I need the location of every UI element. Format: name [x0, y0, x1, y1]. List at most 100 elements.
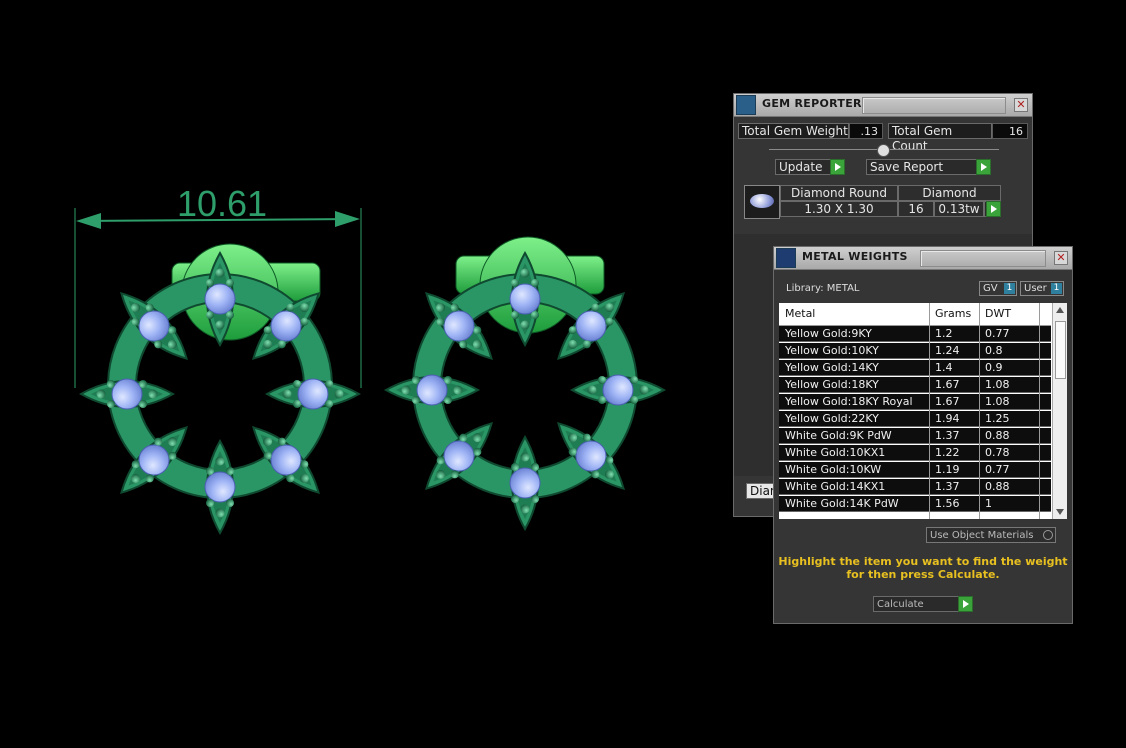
gv-label: GV	[983, 283, 998, 294]
metal-cell: Yellow Gold:18KY Royal	[785, 395, 913, 408]
hint-line-2: for then press Calculate.	[846, 568, 1000, 581]
diamond-round-icon	[744, 185, 780, 219]
earring-right	[385, 236, 665, 530]
table-row[interactable]: Yellow Gold:9KY 1.2 0.77	[779, 326, 1051, 342]
metal-cell: Yellow Gold:10KY	[785, 344, 879, 357]
grams-cell: 1.37	[935, 429, 960, 442]
col-grams[interactable]: Grams	[935, 307, 971, 320]
table-row[interactable]: Yellow Gold:18KY 1.67 1.08	[779, 377, 1051, 393]
gem-material-cell[interactable]: Diamond	[898, 185, 1001, 201]
vertical-scrollbar[interactable]	[1052, 303, 1067, 519]
close-icon[interactable]: ✕	[1054, 251, 1068, 265]
bottom-tab-button[interactable]: Diam	[746, 483, 776, 499]
scroll-down-icon[interactable]	[1056, 509, 1064, 515]
metal-weights-titlebar[interactable]: METAL WEIGHTS ✕	[774, 247, 1072, 270]
scroll-up-icon[interactable]	[1056, 307, 1064, 313]
close-icon[interactable]: ✕	[1014, 98, 1028, 112]
table-row[interactable]: White Gold:14K PdW 1.56 1	[779, 496, 1051, 512]
grams-cell: 1.19	[935, 463, 960, 476]
go-arrow-icon	[976, 159, 991, 175]
earring-left	[80, 243, 360, 534]
metal-table[interactable]: Metal Grams DWT Yellow Gold:9KY 1.2 0.77 Ye…	[779, 303, 1067, 519]
table-row[interactable]: White Gold:9K PdW 1.37 0.88	[779, 428, 1051, 444]
library-label: Library: METAL	[786, 283, 860, 294]
grams-cell: 1.22	[935, 446, 960, 459]
gem-reporter-titlebar[interactable]: GEM REPORTER ✕	[734, 94, 1032, 117]
titlebar-groove	[920, 250, 1046, 267]
metal-weights-panel: METAL WEIGHTS ✕ Library: METAL GV 1 User…	[773, 246, 1073, 624]
calculate-button[interactable]: Calculate	[873, 596, 973, 612]
update-button[interactable]: Update	[775, 159, 845, 175]
table-row[interactable]: White Gold:14KX1 1.37 0.88	[779, 479, 1051, 495]
dwt-cell: 0.77	[985, 463, 1010, 476]
radio-icon	[1043, 530, 1053, 540]
scroll-thumb[interactable]	[1055, 321, 1066, 379]
total-gem-weight-label: Total Gem Weight	[738, 123, 849, 139]
use-object-materials-button[interactable]: Use Object Materials	[926, 527, 1056, 543]
gv-value: 1	[1004, 283, 1015, 294]
col-divider	[929, 303, 930, 519]
metal-weights-title: METAL WEIGHTS	[802, 250, 908, 263]
grams-cell: 1.67	[935, 395, 960, 408]
dwt-cell: 0.77	[985, 327, 1010, 340]
save-report-button[interactable]: Save Report	[866, 159, 991, 175]
save-report-button-label: Save Report	[870, 160, 944, 174]
grams-cell: 1.37	[935, 480, 960, 493]
gem-reporter-icon	[736, 95, 756, 115]
go-arrow-icon	[958, 596, 973, 612]
col-divider	[979, 303, 980, 519]
gem-weight-cell[interactable]: 0.13tw	[934, 201, 984, 217]
metal-cell: Yellow Gold:9KY	[785, 327, 872, 340]
slider-handle-icon[interactable]	[877, 144, 890, 157]
titlebar-groove	[862, 97, 1006, 114]
metal-cell: White Gold:10KX1	[785, 446, 886, 459]
gem-size-cell[interactable]: 1.30 X 1.30	[780, 201, 898, 217]
use-object-materials-label: Use Object Materials	[930, 530, 1034, 541]
grams-cell: 1.94	[935, 412, 960, 425]
grams-cell: 1.2	[935, 327, 953, 340]
dwt-cell: 0.78	[985, 446, 1010, 459]
metal-table-header: Metal Grams DWT	[779, 303, 1051, 326]
table-row[interactable]: Yellow Gold:18KY Royal 1.67 1.08	[779, 394, 1051, 410]
col-divider	[1039, 303, 1040, 519]
hint-text: Highlight the item you want to find the …	[774, 555, 1072, 581]
gv-toggle[interactable]: GV 1	[979, 281, 1017, 296]
dwt-cell: 1.08	[985, 395, 1010, 408]
grams-cell: 1.4	[935, 361, 953, 374]
flask-icon	[776, 248, 796, 268]
gem-count-cell[interactable]: 16	[898, 201, 934, 217]
table-row[interactable]: White Gold:10KX1 1.22 0.78	[779, 445, 1051, 461]
dwt-cell: 0.88	[985, 480, 1010, 493]
metal-cell: White Gold:9K PdW	[785, 429, 892, 442]
grams-cell: 1.56	[935, 497, 960, 510]
gem-reporter-title: GEM REPORTER	[762, 97, 862, 110]
dimension-label: 10.61	[177, 183, 267, 224]
table-row[interactable]: Yellow Gold:22KY 1.94 1.25	[779, 411, 1051, 427]
total-gem-count-label: Total Gem Count	[888, 123, 992, 153]
metal-cell: Yellow Gold:18KY	[785, 378, 879, 391]
table-row[interactable]: Yellow Gold:14KY 1.4 0.9	[779, 360, 1051, 376]
calculate-button-label: Calculate	[877, 599, 924, 610]
table-row[interactable]: Yellow Gold:10KY 1.24 0.8	[779, 343, 1051, 359]
dwt-cell: 0.88	[985, 429, 1010, 442]
grams-cell: 1.67	[935, 378, 960, 391]
metal-cell: White Gold:10KW	[785, 463, 882, 476]
metal-cell: Yellow Gold:22KY	[785, 412, 879, 425]
col-dwt[interactable]: DWT	[985, 307, 1011, 320]
total-gem-count-value: 16	[992, 123, 1028, 139]
gem-shape-cell[interactable]: Diamond Round	[780, 185, 898, 201]
gem-list: Diamond Round Diamond 1.30 X 1.30 16 0.1…	[742, 185, 1027, 219]
user-value: 1	[1051, 283, 1062, 294]
metal-cell: White Gold:14KX1	[785, 480, 886, 493]
dwt-cell: 0.8	[985, 344, 1003, 357]
grams-cell: 1.24	[935, 344, 960, 357]
dwt-cell: 1.25	[985, 412, 1010, 425]
user-toggle[interactable]: User 1	[1020, 281, 1064, 296]
dwt-cell: 1.08	[985, 378, 1010, 391]
go-arrow-icon	[986, 201, 1001, 217]
gem-row-go-button[interactable]	[984, 201, 1001, 217]
table-row[interactable]: White Gold:10KW 1.19 0.77	[779, 462, 1051, 478]
col-metal[interactable]: Metal	[785, 307, 815, 320]
metal-cell: White Gold:14K PdW	[785, 497, 899, 510]
go-arrow-icon	[830, 159, 845, 175]
